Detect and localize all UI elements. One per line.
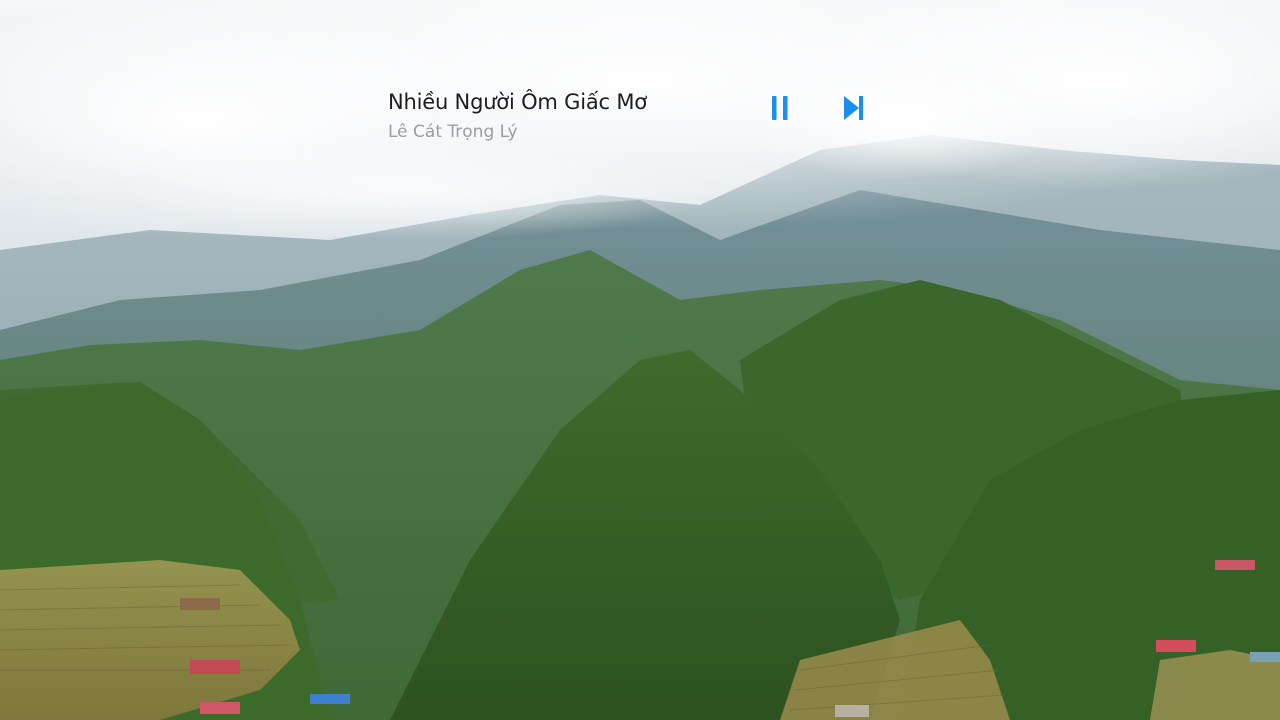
skip-next-button[interactable] [834,88,874,128]
track-artist: Lê Cát Trọng Lý [388,122,518,142]
pause-icon [772,96,788,120]
skip-next-icon [844,96,863,120]
now-playing-widget: Nhiều Người Ôm Giấc Mơ Lê Cát Trọng Lý [388,88,888,148]
screen: Nhiều Người Ôm Giấc Mơ Lê Cát Trọng Lý [0,0,1280,720]
track-title: Nhiều Người Ôm Giấc Mơ [388,90,647,114]
pause-button[interactable] [760,88,800,128]
